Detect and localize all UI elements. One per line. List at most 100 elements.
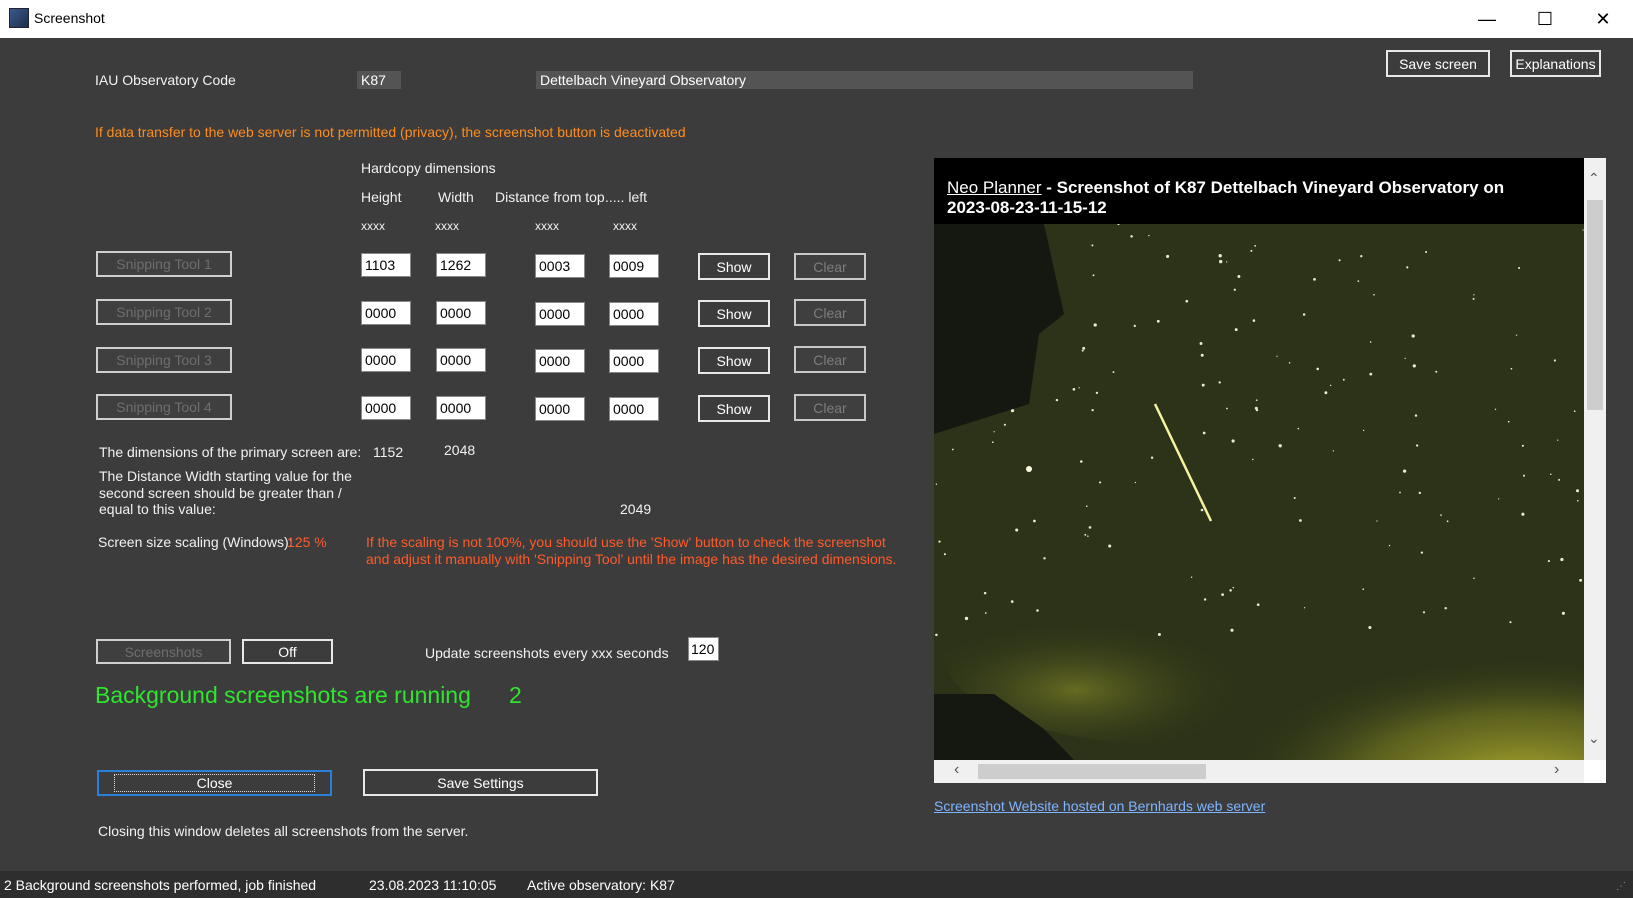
width-input-2[interactable]: 0000 <box>436 301 486 325</box>
star <box>1369 341 1372 343</box>
star <box>984 612 987 614</box>
scaling-warning: If the scaling is not 100%, you should u… <box>366 534 896 568</box>
star <box>1256 603 1260 607</box>
star <box>1133 324 1136 328</box>
scroll-down-icon[interactable]: ⌄ <box>1588 730 1600 747</box>
star <box>951 448 954 451</box>
top-input-1[interactable]: 0003 <box>535 254 585 278</box>
star <box>1561 611 1565 615</box>
clear-button-4[interactable]: Clear <box>794 394 866 421</box>
col-left: ..... left <box>605 189 648 205</box>
star <box>1250 249 1253 252</box>
update-interval-input[interactable]: 120 <box>688 637 719 661</box>
close-button[interactable]: Close <box>97 770 332 796</box>
star <box>1369 372 1373 376</box>
hardcopy-title: Hardcopy dimensions <box>361 160 496 176</box>
width-input-3[interactable]: 0000 <box>436 348 486 372</box>
snipping-tool-2-button[interactable]: Snipping Tool 2 <box>96 299 232 325</box>
preview-caption-line2: 2023-08-23-11-15-12 <box>947 198 1107 217</box>
star <box>1521 512 1525 516</box>
save-screen-button[interactable]: Save screen <box>1386 50 1490 77</box>
minimize-icon[interactable]: — <box>1458 0 1516 38</box>
star <box>1231 439 1235 443</box>
clear-button-2[interactable]: Clear <box>794 299 866 326</box>
close-window-icon[interactable]: ✕ <box>1574 0 1632 38</box>
star <box>1255 399 1258 402</box>
star <box>1362 429 1365 432</box>
star <box>1547 560 1550 563</box>
left-input-2[interactable]: 0000 <box>609 302 659 326</box>
height-input-3[interactable]: 0000 <box>361 348 411 372</box>
vertical-scroll-thumb[interactable] <box>1587 200 1603 410</box>
top-input-3[interactable]: 0000 <box>535 349 585 373</box>
vertical-scrollbar[interactable]: ⌃ ⌄ <box>1584 158 1606 760</box>
star <box>1157 633 1161 636</box>
star <box>1252 458 1254 461</box>
star <box>1043 557 1046 560</box>
placeholder-width: xxxx <box>435 219 459 233</box>
star <box>1082 346 1086 350</box>
clear-button-3[interactable]: Clear <box>794 346 866 373</box>
scroll-right-icon[interactable]: › <box>1554 761 1559 779</box>
off-button[interactable]: Off <box>242 639 333 664</box>
placeholder-height: xxxx <box>361 219 385 233</box>
star <box>935 633 938 637</box>
observatory-name: Dettelbach Vineyard Observatory <box>536 71 1193 89</box>
height-input-2[interactable]: 0000 <box>361 301 411 325</box>
snipping-tool-3-button[interactable]: Snipping Tool 3 <box>96 347 232 373</box>
top-input-2[interactable]: 0000 <box>535 302 585 326</box>
star <box>1036 609 1039 612</box>
star <box>1553 359 1556 362</box>
star <box>1087 535 1089 537</box>
horizontal-scroll-thumb[interactable] <box>978 764 1206 779</box>
maximize-icon[interactable]: ☐ <box>1516 0 1574 38</box>
star <box>1218 254 1222 258</box>
distance-width-line1: The Distance Width starting value for th… <box>99 468 352 484</box>
snipping-tool-4-button[interactable]: Snipping Tool 4 <box>96 394 232 420</box>
star <box>1299 519 1302 522</box>
star <box>1293 496 1296 500</box>
title-bar: Screenshot — ☐ ✕ <box>0 0 1633 38</box>
scroll-up-icon[interactable]: ⌃ <box>1588 170 1600 187</box>
screenshot-preview: Neo Planner - Screenshot of K87 Dettelba… <box>934 158 1606 783</box>
show-button-4[interactable]: Show <box>698 395 770 422</box>
resize-grip-icon[interactable]: ⋰ <box>1616 881 1626 892</box>
primary-screen-height: 1152 <box>373 444 404 460</box>
show-button-1[interactable]: Show <box>698 253 770 280</box>
screenshots-button[interactable]: Screenshots <box>96 639 231 664</box>
website-link[interactable]: Screenshot Website hosted on Bernhards w… <box>934 798 1265 814</box>
left-input-4[interactable]: 0000 <box>609 397 659 421</box>
star <box>1440 514 1442 516</box>
show-button-3[interactable]: Show <box>698 347 770 374</box>
width-input-1[interactable]: 1262 <box>436 253 486 277</box>
left-input-1[interactable]: 0009 <box>609 254 659 278</box>
star <box>1080 460 1083 463</box>
star <box>1303 607 1306 609</box>
show-button-2[interactable]: Show <box>698 300 770 327</box>
star <box>1055 398 1059 402</box>
distance-width-line2: second screen should be greater than / <box>99 484 342 501</box>
distance-width-value: 2049 <box>620 501 652 517</box>
snipping-tool-1-button[interactable]: Snipping Tool 1 <box>96 251 232 277</box>
height-input-1[interactable]: 1103 <box>361 253 411 277</box>
explanations-button[interactable]: Explanations <box>1510 50 1601 77</box>
top-input-4[interactable]: 0000 <box>535 397 585 421</box>
clear-button-1[interactable]: Clear <box>794 253 866 280</box>
star <box>993 431 995 433</box>
height-input-4[interactable]: 0000 <box>361 396 411 420</box>
star <box>1072 387 1076 391</box>
star <box>1473 577 1475 579</box>
left-input-3[interactable]: 0000 <box>609 349 659 373</box>
star <box>1425 250 1428 254</box>
horizontal-scrollbar[interactable]: ‹ › <box>934 760 1584 783</box>
scaling-label: Screen size scaling (Windows): <box>98 534 293 550</box>
star <box>1510 367 1513 370</box>
star <box>1422 611 1426 614</box>
star <box>1518 266 1521 270</box>
neo-planner-link[interactable]: Neo Planner <box>947 178 1042 197</box>
save-settings-button[interactable]: Save Settings <box>363 769 598 796</box>
privacy-notice: If data transfer to the web server is no… <box>95 124 686 140</box>
scroll-left-icon[interactable]: ‹ <box>954 761 959 779</box>
star <box>1411 334 1415 338</box>
width-input-4[interactable]: 0000 <box>436 396 486 420</box>
